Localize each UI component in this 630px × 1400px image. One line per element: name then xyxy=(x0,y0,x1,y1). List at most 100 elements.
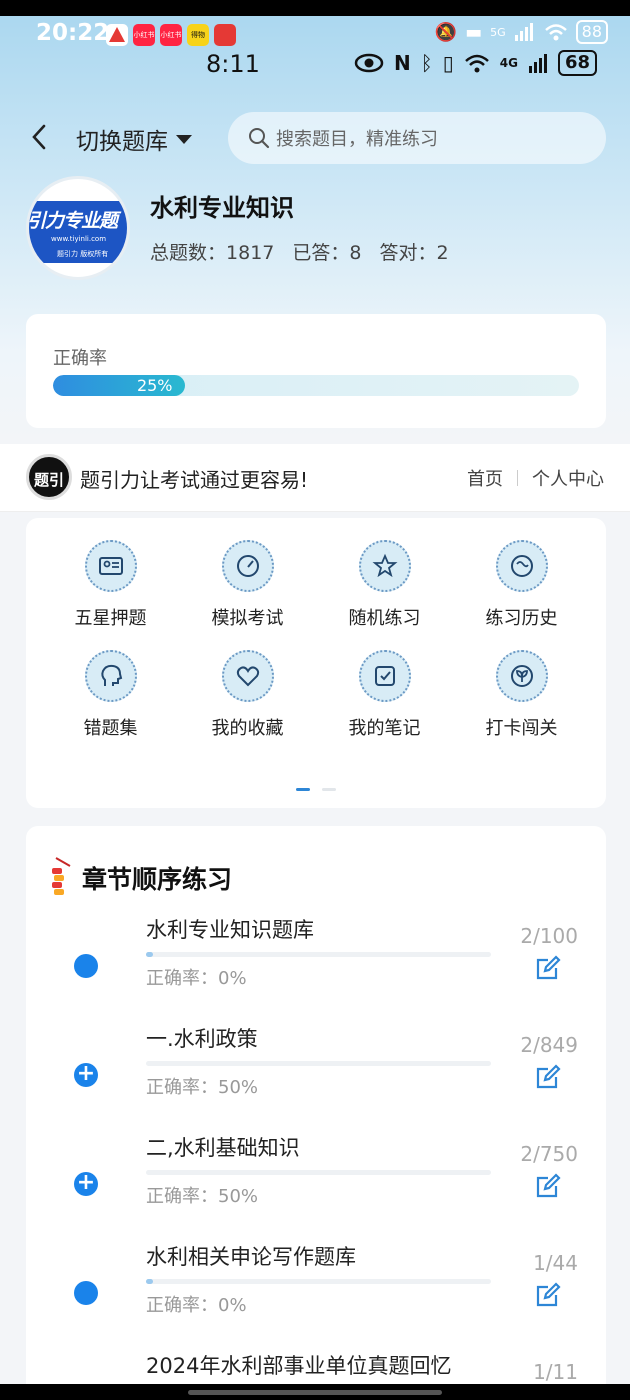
bank-logo: 引力专业题 www.tiyinli.com 题引力 版权所有 xyxy=(26,176,130,280)
back-arrow-icon[interactable] xyxy=(28,122,52,152)
feature-label: 随机练习 xyxy=(348,608,421,629)
nfc-icon: N xyxy=(394,51,411,75)
network-type: 5G xyxy=(490,25,506,39)
expand-plus-icon[interactable]: + xyxy=(74,1063,98,1087)
sprout-icon xyxy=(495,650,548,702)
search-icon xyxy=(249,128,270,149)
answered-value: 8 xyxy=(349,242,362,264)
chapter-accuracy: 正确率：0% xyxy=(146,968,247,989)
chapter-accuracy: 正确率：50% xyxy=(146,1186,259,1207)
search-placeholder: 搜索题目，精准练习 xyxy=(276,129,438,150)
screen-top-bar xyxy=(0,0,630,16)
correct-label: 答对： xyxy=(379,242,437,264)
chapter-title-text: 章节顺序练习 xyxy=(82,865,233,894)
signal-icon xyxy=(514,23,533,41)
answered-label: 已答： xyxy=(292,242,350,264)
feature-wrong-questions[interactable]: 错题集 xyxy=(42,650,179,740)
chapter-count: 1/44 xyxy=(533,1251,578,1275)
chapter-dot-icon xyxy=(74,954,98,978)
promo-bar: 题引力 题引力让考试通过更容易! 首页 个人中心 xyxy=(0,444,630,535)
chapter-item[interactable]: + 二,水利基础知识 正确率：50% 2/750 xyxy=(26,1132,606,1232)
edit-icon[interactable] xyxy=(534,1063,562,1091)
feature-practice-history[interactable]: 练习历史 xyxy=(453,540,590,630)
switch-bank-label: 切换题库 xyxy=(76,129,168,155)
chapter-progress-fill xyxy=(146,952,153,957)
feature-label: 我的笔记 xyxy=(348,718,421,739)
chapter-item[interactable]: 水利相关申论写作题库 正确率：0% 1/44 xyxy=(26,1241,606,1341)
feature-label: 练习历史 xyxy=(485,608,558,629)
chapter-name: 一.水利政策 xyxy=(146,1027,258,1051)
promo-slogan: 题引力让考试通过更容易! xyxy=(80,468,309,492)
xiaohongshu-notification-icon: 小红书 xyxy=(133,24,155,46)
feature-random-practice[interactable]: 随机练习 xyxy=(316,540,453,630)
pager-dots[interactable] xyxy=(296,788,336,791)
promo-links: 首页 个人中心 xyxy=(467,465,604,491)
id-card-icon xyxy=(84,540,137,592)
eye-icon xyxy=(354,53,384,73)
feature-label: 五星押题 xyxy=(74,608,147,629)
feature-label: 打卡闯关 xyxy=(485,718,558,739)
chapter-count: 2/849 xyxy=(520,1033,578,1057)
caret-down-icon xyxy=(176,134,192,144)
xiaohongshu-notification-icon: 小红书 xyxy=(160,24,182,46)
bank-info: 引力专业题 www.tiyinli.com 题引力 版权所有 水利专业知识 总题… xyxy=(26,176,606,281)
shuffle-star-icon xyxy=(358,540,411,592)
search-input[interactable]: 搜索题目，精准练习 xyxy=(228,112,606,164)
profile-link[interactable]: 个人中心 xyxy=(532,465,604,491)
feature-five-star[interactable]: 五星押题 xyxy=(42,540,179,630)
bank-logo-copyright: 题引力 版权所有 xyxy=(57,250,109,258)
network-type: 4G xyxy=(499,56,518,70)
feature-notes[interactable]: 我的笔记 xyxy=(316,650,453,740)
feature-label: 模拟考试 xyxy=(211,608,284,629)
edit-icon[interactable] xyxy=(534,1281,562,1309)
heart-icon xyxy=(221,650,274,702)
brain-head-icon xyxy=(84,650,137,702)
dewu-notification-icon: 得物 xyxy=(187,24,209,46)
history-icon xyxy=(495,540,548,592)
home-indicator[interactable] xyxy=(188,1390,442,1395)
bank-logo-text: 引力专业题 xyxy=(27,210,118,232)
chapter-item[interactable]: + 一.水利政策 正确率：50% 2/849 xyxy=(26,1023,606,1123)
expand-plus-icon[interactable]: + xyxy=(74,1172,98,1196)
chapter-practice-card: 章节顺序练习 水利专业知识题库 正确率：0% 2/100 + 一.水利政策 正确率：50%… xyxy=(26,826,606,1400)
chapter-accuracy: 正确率：0% xyxy=(146,1295,247,1316)
note-check-icon xyxy=(358,650,411,702)
link-divider xyxy=(517,470,518,486)
outer-battery: 88 xyxy=(575,20,608,44)
feature-mock-exam[interactable]: 模拟考试 xyxy=(179,540,316,630)
pager-dot-active xyxy=(296,788,310,791)
home-link[interactable]: 首页 xyxy=(467,465,503,491)
features-grid: 五星押题 模拟考试 随机练习 练习历史 错题集 我的收藏 我的笔记 打卡闯关 xyxy=(42,540,590,740)
chapter-progress-fill xyxy=(146,1279,153,1284)
accuracy-progress-fill: 25% xyxy=(53,375,185,396)
speedometer-icon xyxy=(221,540,274,592)
switch-bank-button[interactable]: 切换题库 xyxy=(76,122,192,156)
chapter-name: 水利专业知识题库 xyxy=(146,918,314,942)
chapter-dot-icon xyxy=(74,1281,98,1305)
accuracy-progress-bar: 25% xyxy=(53,375,579,396)
edit-icon[interactable] xyxy=(534,1172,562,1200)
chapter-count: 2/100 xyxy=(520,924,578,948)
accuracy-label: 正确率 xyxy=(53,348,107,369)
wifi-icon xyxy=(544,24,567,41)
chapter-progress-bar xyxy=(146,1170,491,1175)
chapter-count: 2/750 xyxy=(520,1142,578,1166)
correct-value: 2 xyxy=(436,242,449,264)
chapter-progress-bar xyxy=(146,1061,491,1066)
edit-icon[interactable] xyxy=(534,954,562,982)
total-value: 1817 xyxy=(226,242,275,264)
bed-icon: ▬ xyxy=(465,21,483,43)
feature-favorites[interactable]: 我的收藏 xyxy=(179,650,316,740)
inner-battery: 68 xyxy=(557,50,598,76)
vibrate-icon: ▯ xyxy=(442,51,454,75)
signal-icon xyxy=(528,54,547,73)
chapter-name: 2024年水利部事业单位真题回忆 xyxy=(146,1354,452,1378)
chapter-count: 1/11 xyxy=(533,1360,578,1384)
feature-checkin-challenge[interactable]: 打卡闯关 xyxy=(453,650,590,740)
chapter-item[interactable]: 水利专业知识题库 正确率：0% 2/100 xyxy=(26,914,606,1014)
feature-label: 我的收藏 xyxy=(211,718,284,739)
top-bar: 切换题库 搜索题目，精准练习 xyxy=(0,110,630,166)
features-card: 五星押题 模拟考试 随机练习 练习历史 错题集 我的收藏 我的笔记 打卡闯关 xyxy=(26,518,606,808)
bank-stats: 总题数：1817 已答：8 答对：2 xyxy=(150,238,449,265)
bank-name: 水利专业知识 xyxy=(150,194,294,222)
